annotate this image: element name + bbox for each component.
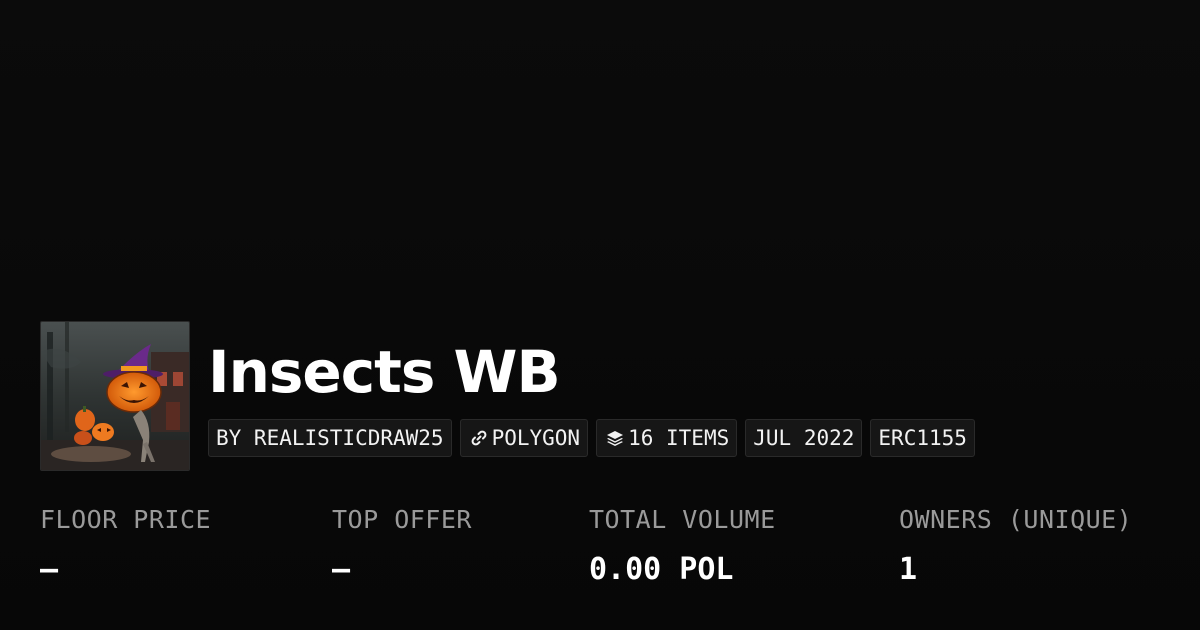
title-block: Insects WB BY REALISTICDRAW25 POLYGON 16… <box>208 321 975 457</box>
pill-items-label: 16 ITEMS <box>628 426 730 450</box>
stat-top-offer-value: — <box>332 552 351 587</box>
pill-created-date-label: JUL 2022 <box>753 426 855 450</box>
collection-title: Insects WB <box>208 338 561 406</box>
pill-token-standard[interactable]: ERC1155 <box>870 419 975 457</box>
layers-icon <box>604 427 626 449</box>
stat-owners-value: 1 <box>899 552 918 587</box>
pill-chain-label: POLYGON <box>491 426 581 450</box>
stat-total-volume: TOTAL VOLUME 0.00 POL <box>589 505 776 587</box>
stat-top-offer-label: TOP OFFER <box>332 505 472 534</box>
stat-total-volume-value: 0.00 POL <box>589 552 734 587</box>
stat-floor-price-label: FLOOR PRICE <box>40 505 212 534</box>
collection-card: Insects WB BY REALISTICDRAW25 POLYGON 16… <box>0 0 1200 630</box>
halloween-pumpkin-collection-image <box>41 322 189 470</box>
collection-header: Insects WB BY REALISTICDRAW25 POLYGON 16… <box>40 321 975 471</box>
stat-owners: OWNERS (UNIQUE) 1 <box>899 505 1132 587</box>
link-chain-icon <box>468 427 490 449</box>
collection-thumbnail[interactable] <box>40 321 190 471</box>
collection-meta-pills: BY REALISTICDRAW25 POLYGON 16 ITEMS JUL … <box>208 419 975 457</box>
pill-token-standard-label: ERC1155 <box>878 426 967 450</box>
stat-floor-price: FLOOR PRICE — <box>40 505 211 587</box>
pill-created-date[interactable]: JUL 2022 <box>745 419 863 457</box>
pill-chain[interactable]: POLYGON <box>459 419 589 457</box>
stat-top-offer: TOP OFFER — <box>332 505 472 587</box>
stat-owners-label: OWNERS (UNIQUE) <box>899 505 1133 534</box>
collection-stats: FLOOR PRICE — TOP OFFER — TOTAL VOLUME 0… <box>40 505 1180 595</box>
pill-creator-label: BY REALISTICDRAW25 <box>216 426 444 450</box>
pill-creator[interactable]: BY REALISTICDRAW25 <box>208 419 452 457</box>
stat-total-volume-label: TOTAL VOLUME <box>589 505 776 534</box>
stat-floor-price-value: — <box>40 552 59 587</box>
pill-items[interactable]: 16 ITEMS <box>596 419 738 457</box>
